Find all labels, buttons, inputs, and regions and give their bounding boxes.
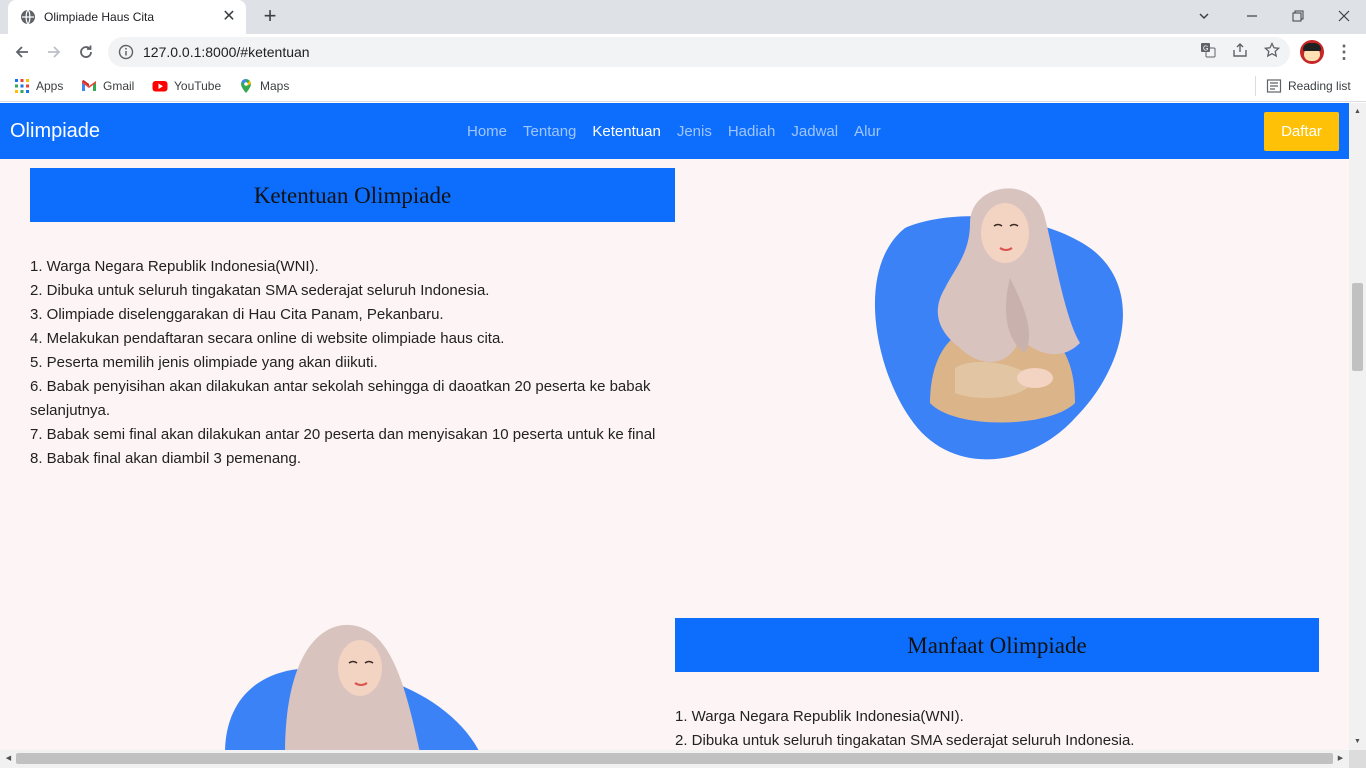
list-item: 7. Babak semi final akan dilakukan antar… xyxy=(30,426,656,443)
nav-link-jenis[interactable]: Jenis xyxy=(677,123,712,140)
address-bar[interactable]: 127.0.0.1:8000/#ketentuan G xyxy=(108,37,1290,67)
reading-list-icon xyxy=(1266,79,1282,93)
scrollbar-corner xyxy=(1349,750,1366,768)
bookmarks-separator xyxy=(1255,76,1256,96)
ketentuan-title: Ketentuan Olimpiade xyxy=(30,168,675,222)
nav-link-home[interactable]: Home xyxy=(467,123,507,140)
restore-icon[interactable] xyxy=(1284,4,1312,28)
scroll-right-arrow-icon[interactable]: ▶ xyxy=(1336,754,1345,763)
horizontal-scroll-thumb[interactable] xyxy=(16,753,1333,764)
reading-list-button[interactable]: Reading list xyxy=(1266,77,1351,95)
scroll-down-arrow-icon[interactable]: ▼ xyxy=(1353,737,1362,746)
bookmark-gmail[interactable]: Gmail xyxy=(81,77,134,95)
back-arrow-icon[interactable] xyxy=(8,38,36,66)
url-text[interactable]: 127.0.0.1:8000/#ketentuan xyxy=(143,44,310,60)
browser-tab[interactable]: Olimpiade Haus Cita ✕ xyxy=(8,0,246,34)
reload-icon[interactable] xyxy=(72,38,100,66)
close-window-icon[interactable] xyxy=(1330,4,1358,28)
site-info-icon[interactable] xyxy=(118,44,134,60)
vertical-scrollbar[interactable]: ▲ ▼ xyxy=(1349,103,1366,750)
more-menu-icon[interactable]: ⋮ xyxy=(1334,38,1354,66)
bookmark-apps[interactable]: Apps xyxy=(14,77,63,95)
svg-text:G: G xyxy=(1203,46,1208,53)
bookmark-star-icon[interactable] xyxy=(1262,41,1282,62)
scroll-up-arrow-icon[interactable]: ▲ xyxy=(1353,107,1362,116)
site-navbar: Olimpiade Home Tentang Ketentuan Jenis H… xyxy=(0,103,1349,159)
list-item: 3. Olimpiade diselenggarakan di Hau Cita… xyxy=(30,306,444,323)
tab-search-chevron-icon[interactable] xyxy=(1190,4,1218,28)
daftar-button[interactable]: Daftar xyxy=(1264,112,1339,151)
hijab-woman-illustration xyxy=(874,188,1123,460)
vertical-scroll-thumb[interactable] xyxy=(1352,283,1363,371)
bookmarks-bar: Apps Gmail YouTube Maps Reading list xyxy=(0,70,1366,102)
share-icon[interactable] xyxy=(1230,42,1250,62)
translate-icon[interactable]: G xyxy=(1198,42,1218,62)
bookmark-label: Gmail xyxy=(103,79,135,93)
browser-tabstrip: Olimpiade Haus Cita ✕ + xyxy=(0,0,1366,34)
list-item: 2. Dibuka untuk seluruh tingakatan SMA s… xyxy=(30,282,490,299)
forward-arrow-icon[interactable] xyxy=(40,38,68,66)
close-tab-icon[interactable]: ✕ xyxy=(220,8,238,26)
gmail-icon xyxy=(82,79,96,91)
nav-link-tentang[interactable]: Tentang xyxy=(523,123,576,140)
profile-avatar[interactable] xyxy=(1300,40,1324,64)
list-item: 6. Babak penyisihan akan dilakukan antar… xyxy=(30,378,651,419)
nav-link-alur[interactable]: Alur xyxy=(854,123,881,140)
nav-link-jadwal[interactable]: Jadwal xyxy=(791,123,838,140)
list-item: 2. Dibuka untuk seluruh tingakatan SMA s… xyxy=(675,732,1135,749)
tab-title: Olimpiade Haus Cita xyxy=(44,10,155,24)
bookmark-label: Maps xyxy=(260,79,290,93)
nav-link-ketentuan[interactable]: Ketentuan xyxy=(592,123,660,140)
youtube-icon xyxy=(152,80,168,92)
list-item: 4. Melakukan pendaftaran secara online d… xyxy=(30,330,505,347)
list-item: 1. Warga Negara Republik Indonesia(WNI). xyxy=(30,258,319,275)
bookmark-maps[interactable]: Maps xyxy=(238,77,289,95)
hijab-woman-illustration-2 xyxy=(225,624,479,750)
browser-toolbar: 127.0.0.1:8000/#ketentuan G ⋮ xyxy=(0,34,1366,70)
list-item: 5. Peserta memilih jenis olimpiade yang … xyxy=(30,354,378,371)
manfaat-list: 1. Warga Negara Republik Indonesia(WNI).… xyxy=(675,705,1315,750)
apps-grid-icon xyxy=(15,78,29,93)
nav-links: Home Tentang Ketentuan Jenis Hadiah Jadw… xyxy=(467,123,881,140)
list-item: 1. Warga Negara Republik Indonesia(WNI). xyxy=(675,708,964,725)
new-tab-icon[interactable]: + xyxy=(258,5,282,29)
navbar-brand[interactable]: Olimpiade xyxy=(10,120,100,143)
globe-icon xyxy=(21,9,35,25)
reading-list-label: Reading list xyxy=(1288,79,1351,93)
maps-icon xyxy=(241,78,251,93)
minimize-icon[interactable] xyxy=(1238,4,1266,28)
bookmark-label: Apps xyxy=(36,79,64,93)
ketentuan-list: 1. Warga Negara Republik Indonesia(WNI).… xyxy=(30,255,660,471)
manfaat-title: Manfaat Olimpiade xyxy=(675,618,1319,672)
list-item: 8. Babak final akan diambil 3 pemenang. xyxy=(30,450,302,467)
nav-link-hadiah[interactable]: Hadiah xyxy=(728,123,776,140)
bookmark-youtube[interactable]: YouTube xyxy=(152,77,221,95)
page-viewport: Olimpiade Home Tentang Ketentuan Jenis H… xyxy=(0,103,1349,750)
bookmark-label: YouTube xyxy=(174,79,222,93)
horizontal-scrollbar[interactable]: ◀ ▶ xyxy=(0,750,1349,768)
scroll-left-arrow-icon[interactable]: ◀ xyxy=(4,754,13,763)
